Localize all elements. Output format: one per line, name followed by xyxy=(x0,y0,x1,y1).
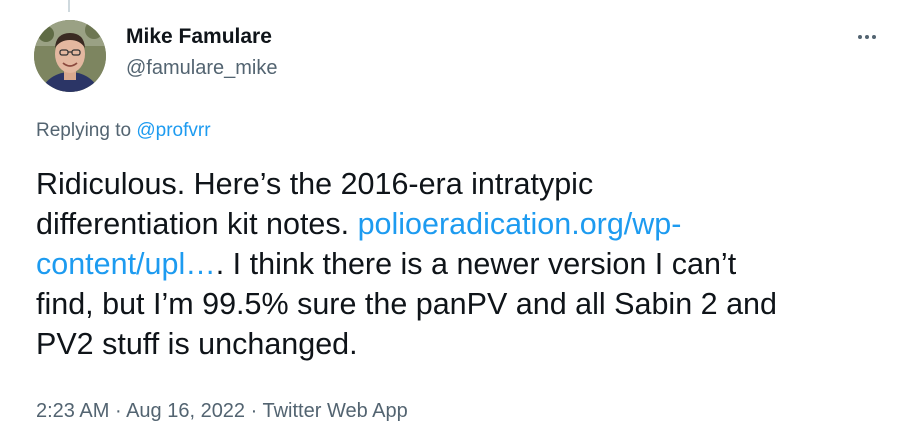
avatar-photo-icon xyxy=(34,20,106,92)
tweet-url-link[interactable]: polioeradication.org/wp- xyxy=(358,207,682,241)
replying-to: Replying to @profvrr xyxy=(36,120,211,142)
tweet-text: Ridiculous. Here’s the 2016-era intratyp… xyxy=(36,164,886,364)
tweet-text-line: Ridiculous. Here’s the 2016-era intratyp… xyxy=(36,167,594,201)
tweet-text-line: content/upl…. I think there is a newer v… xyxy=(36,244,886,284)
tweet-card: Mike Famulare @famulare_mike Replying to… xyxy=(0,0,901,436)
meta-separator: · xyxy=(245,400,263,422)
tweet-date-link[interactable]: Aug 16, 2022 xyxy=(126,400,245,422)
meta-separator: · xyxy=(109,400,127,422)
author-name[interactable]: Mike Famulare xyxy=(126,25,272,49)
tweet-source-link[interactable]: Twitter Web App xyxy=(262,400,407,422)
tweet-text-line: differentiation kit notes. polioeradicat… xyxy=(36,204,886,244)
author-handle[interactable]: @famulare_mike xyxy=(126,57,277,80)
reply-mention-link[interactable]: @profvrr xyxy=(136,120,210,141)
tweet-text-line: PV2 stuff is unchanged. xyxy=(36,327,358,361)
tweet-url-link-continued[interactable]: content/upl… xyxy=(36,247,216,281)
avatar[interactable] xyxy=(34,20,106,92)
replying-to-label: Replying to xyxy=(36,120,137,141)
tweet-text-segment: differentiation kit notes. xyxy=(36,207,358,241)
tweet-time-link[interactable]: 2:23 AM xyxy=(36,400,109,422)
more-horizontal-icon[interactable] xyxy=(852,30,882,44)
tweet-text-line: find, but I’m 99.5% sure the panPV and a… xyxy=(36,287,777,321)
tweet-text-segment: . I think there is a newer version I can… xyxy=(215,247,737,281)
thread-connector-line xyxy=(68,0,70,12)
tweet-meta: 2:23 AM · Aug 16, 2022 · Twitter Web App xyxy=(36,400,408,423)
